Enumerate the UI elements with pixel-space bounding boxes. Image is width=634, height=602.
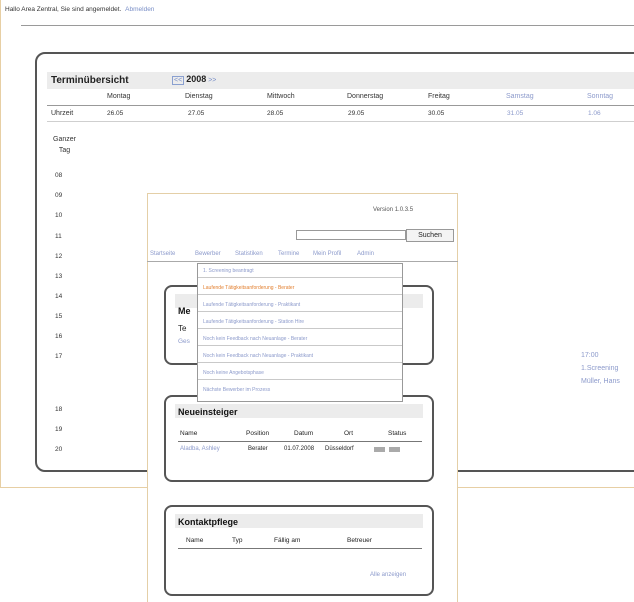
hour-label: 18: [55, 406, 63, 413]
version-value: 1.0.3.5: [394, 207, 414, 213]
column-header-position: Position: [246, 430, 270, 437]
panel-title: Neueinsteiger: [178, 407, 238, 417]
column-header-datum: Datum: [294, 430, 314, 437]
hour-label: 08: [55, 172, 63, 179]
row-status: [374, 447, 404, 454]
hour-label: 20: [55, 446, 63, 453]
uhrzeit-label: Uhrzeit: [51, 110, 74, 117]
row-ort: Düsseldorf: [325, 446, 354, 452]
hour-label: 13: [55, 273, 63, 280]
day-header-thursday: Donnerstag: [347, 93, 384, 100]
dropdown-item[interactable]: Noch kein Feedback nach Neuanlage - Bera…: [198, 333, 402, 346]
row-position: Berater: [248, 446, 268, 452]
column-header-name: Name: [186, 537, 204, 544]
dropdown-item[interactable]: 1. Screening beantragt: [198, 265, 402, 278]
dropdown-item[interactable]: Laufende Tätigkeitsanforderung - Praktik…: [198, 299, 402, 312]
date-sunday: 1.06: [588, 110, 601, 117]
dropdown-item[interactable]: Nächste Bewerber im Prozess: [198, 384, 402, 397]
row-name[interactable]: Aladba, Ashley: [180, 446, 220, 452]
panel-subtitle: Te: [178, 324, 187, 333]
status-indicator-icon: [374, 447, 385, 452]
menu-item-termine[interactable]: Termine: [278, 251, 299, 257]
all-day-label-line1: Ganzer: [53, 136, 76, 143]
dropdown-item[interactable]: Noch kein Feedback nach Neuanlage - Prak…: [198, 350, 402, 363]
event-person[interactable]: Müller, Hans: [581, 378, 620, 385]
column-header-name: Name: [180, 430, 198, 437]
date-tuesday: 27.05: [188, 110, 205, 117]
greeting-text: Hallo Area Zentral, Sie sind angemeldet.: [5, 6, 122, 13]
status-indicator-icon: [389, 447, 400, 452]
divider: [21, 25, 634, 26]
panel-link[interactable]: Ges: [178, 338, 190, 345]
kontaktpflege-panel: Kontaktpflege Name Typ Fällig am Betreue…: [164, 505, 434, 596]
date-monday: 26.05: [107, 110, 124, 117]
column-header-typ: Typ: [232, 537, 243, 544]
prev-year-link[interactable]: <<: [172, 76, 185, 85]
menu-item-statistiken[interactable]: Statistiken: [235, 251, 263, 257]
panel-title: Kontaktpflege: [178, 517, 239, 527]
divider: [178, 441, 422, 442]
day-header-saturday: Samstag: [506, 93, 534, 100]
show-all-link[interactable]: Alle anzeigen: [370, 572, 406, 578]
hour-label: 14: [55, 293, 63, 300]
year-navigation: << 2008 >>: [172, 74, 216, 85]
calendar-title: Terminübersicht: [51, 75, 129, 86]
menu-item-bewerber[interactable]: Bewerber: [195, 251, 221, 257]
day-header-monday: Montag: [107, 93, 131, 100]
day-header-sunday: Sonntag: [587, 93, 614, 100]
divider: [178, 548, 422, 549]
all-day-label: Ganzer Tag: [53, 134, 76, 156]
column-header-ort: Ort: [344, 430, 354, 437]
column-header-betreuer: Betreuer: [347, 537, 372, 544]
hour-label: 09: [55, 192, 63, 199]
divider: [147, 261, 458, 262]
day-header-friday: Freitag: [428, 93, 450, 100]
version-label: Version: [373, 207, 394, 213]
neueinsteiger-panel: Neueinsteiger Name Position Datum Ort St…: [164, 395, 434, 482]
menu-item-mein-profil[interactable]: Mein Profil: [313, 251, 341, 257]
hour-label: 12: [55, 253, 63, 260]
search-input[interactable]: [296, 230, 406, 240]
dropdown-item[interactable]: Laufende Tätigkeitsanforderung - Station…: [198, 316, 402, 329]
day-header-tuesday: Dienstag: [185, 93, 213, 100]
hour-label: 19: [55, 426, 63, 433]
dropdown-item[interactable]: Noch keine Angebotsphase: [198, 367, 402, 380]
date-saturday: 31.05: [507, 110, 524, 117]
panel-title: Me: [178, 306, 191, 316]
date-friday: 30.05: [428, 110, 445, 117]
year-label: 2008: [186, 74, 207, 84]
hour-label: 15: [55, 313, 63, 320]
bewerber-dropdown-menu: 1. Screening beantragt Laufende Tätigkei…: [197, 263, 403, 402]
hour-label: 17: [55, 353, 63, 360]
day-header-wednesday: Mittwoch: [267, 93, 295, 100]
column-header-faellig-am: Fällig am: [274, 537, 301, 544]
event-time[interactable]: 17:00: [581, 352, 599, 359]
all-day-label-line2: Tag: [58, 147, 71, 154]
next-year-link[interactable]: >>: [208, 77, 216, 84]
row-date: 01.07.2008: [284, 446, 315, 452]
hour-label: 10: [55, 212, 63, 219]
event-title[interactable]: 1.Screening: [581, 365, 618, 372]
search-button[interactable]: Suchen: [406, 229, 454, 242]
dropdown-item-active[interactable]: Laufende Tätigkeitsanforderung - Berater: [198, 282, 402, 295]
calendar-header-bar: [47, 72, 634, 89]
column-header-status: Status: [388, 430, 407, 437]
menu-item-startseite[interactable]: Startseite: [150, 251, 175, 257]
menu-item-admin[interactable]: Admin: [357, 251, 374, 257]
divider: [47, 105, 634, 106]
hour-label: 11: [55, 233, 62, 240]
date-wednesday: 28.05: [267, 110, 284, 117]
version-info: Version 1.0.3.5: [373, 207, 413, 213]
date-thursday: 29.05: [348, 110, 365, 117]
greeting: Hallo Area Zentral, Sie sind angemeldet.…: [5, 6, 154, 13]
hour-label: 16: [55, 333, 63, 340]
divider: [47, 121, 634, 122]
logout-link[interactable]: Abmelden: [125, 6, 154, 13]
